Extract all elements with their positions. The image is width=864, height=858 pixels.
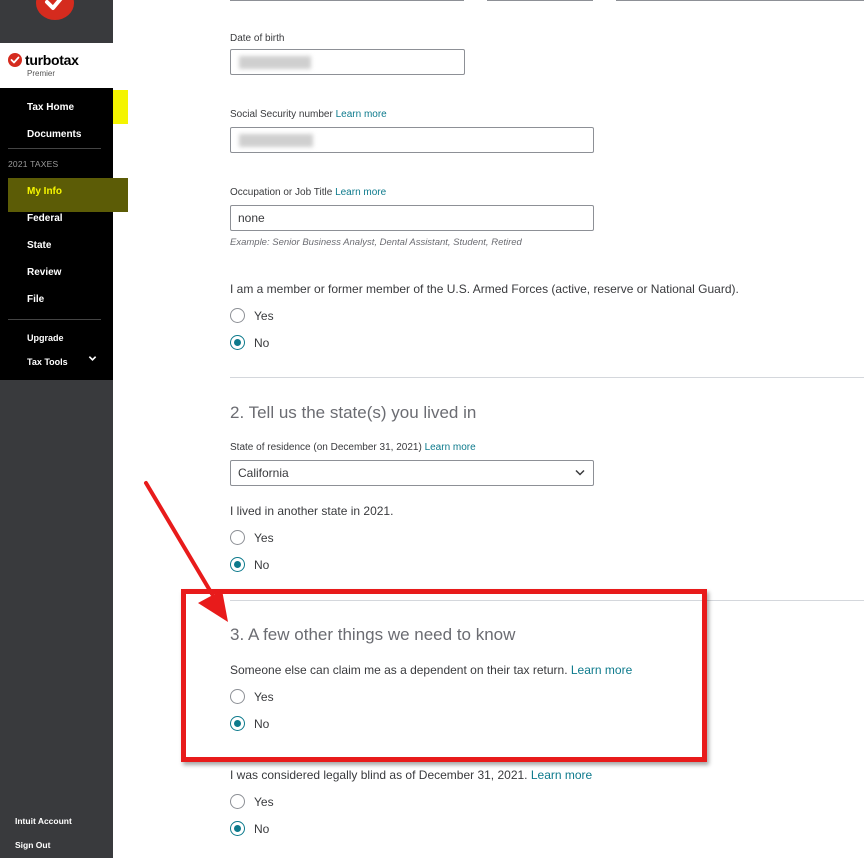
armed-forces-question: I am a member or former member of the U.… <box>230 282 739 296</box>
sidebar-item-documents[interactable]: Documents <box>27 129 81 140</box>
radio-label: No <box>254 336 270 350</box>
sidebar-nav: Tax Home Documents 2021 TAXES My Info Fe… <box>0 88 128 380</box>
annotation-highlight-box <box>181 589 707 762</box>
state-residence-value: California <box>238 466 289 480</box>
residence-learn-more-link[interactable]: Learn more <box>425 442 476 453</box>
dob-input[interactable] <box>230 49 465 75</box>
ssn-label: Social Security number Learn more <box>230 109 387 120</box>
brand-logo[interactable]: turbotax Premier <box>0 43 113 88</box>
brand-name: turbotax <box>25 52 79 68</box>
ssn-input[interactable] <box>230 127 594 153</box>
chevron-down-icon[interactable] <box>88 354 97 363</box>
name-field-partial[interactable] <box>616 0 864 1</box>
occupation-input[interactable]: none <box>230 205 594 231</box>
sidebar-year-heading: 2021 TAXES <box>8 159 59 169</box>
blind-question: I was considered legally blind as of Dec… <box>230 768 593 782</box>
sidebar-item-sign-out[interactable]: Sign Out <box>15 840 50 850</box>
brand-tier: Premier <box>27 69 56 78</box>
chevron-down-icon <box>575 469 585 476</box>
sidebar-item-tax-tools[interactable]: Tax Tools <box>27 357 68 367</box>
brand-check-icon <box>8 53 22 67</box>
sidebar-item-upgrade[interactable]: Upgrade <box>27 333 64 343</box>
sidebar-divider <box>8 148 101 149</box>
occupation-label: Occupation or Job Title Learn more <box>230 187 387 198</box>
other-state-yes-radio[interactable] <box>230 530 245 545</box>
state-residence-select[interactable]: California <box>230 460 594 486</box>
turbotax-check-logo-icon <box>36 0 74 20</box>
name-field-partial[interactable] <box>230 0 464 1</box>
other-state-no-radio[interactable] <box>230 557 245 572</box>
residence-label: State of residence (on December 31, 2021… <box>230 442 476 453</box>
sidebar-item-federal[interactable]: Federal <box>27 213 63 224</box>
radio-label: Yes <box>254 795 274 809</box>
ssn-learn-more-link[interactable]: Learn more <box>336 109 387 120</box>
sidebar-item-state[interactable]: State <box>27 240 51 251</box>
other-state-question: I lived in another state in 2021. <box>230 504 394 518</box>
name-field-partial[interactable] <box>487 0 593 1</box>
radio-label: No <box>254 822 270 836</box>
radio-label: Yes <box>254 309 274 323</box>
section-2-title: 2. Tell us the state(s) you lived in <box>230 403 477 422</box>
radio-label: Yes <box>254 531 274 545</box>
armed-forces-yes-radio[interactable] <box>230 308 245 323</box>
blind-yes-radio[interactable] <box>230 794 245 809</box>
sidebar-item-file[interactable]: File <box>27 294 44 305</box>
blind-no-radio[interactable] <box>230 821 245 836</box>
armed-forces-no-radio[interactable] <box>230 335 245 350</box>
sidebar-item-review[interactable]: Review <box>27 267 61 278</box>
top-logo <box>0 0 113 43</box>
dob-label: Date of birth <box>230 33 285 44</box>
redacted-value <box>239 134 313 147</box>
occupation-learn-more-link[interactable]: Learn more <box>335 187 386 198</box>
sidebar-divider <box>8 319 101 320</box>
sidebar-item-label: My Info <box>27 186 62 197</box>
occupation-value: none <box>238 211 265 225</box>
occupation-hint: Example: Senior Business Analyst, Dental… <box>230 237 522 248</box>
sidebar-item-intuit-account[interactable]: Intuit Account <box>15 816 72 826</box>
redacted-value <box>239 56 311 69</box>
section-divider <box>230 377 864 378</box>
blind-learn-more-link[interactable]: Learn more <box>531 768 592 782</box>
sidebar-item-tax-home[interactable]: Tax Home <box>27 102 74 113</box>
radio-label: No <box>254 558 270 572</box>
sidebar: turbotax Premier Tax Home Documents 2021… <box>0 0 128 858</box>
sidebar-item-my-info[interactable]: My Info <box>8 178 128 212</box>
